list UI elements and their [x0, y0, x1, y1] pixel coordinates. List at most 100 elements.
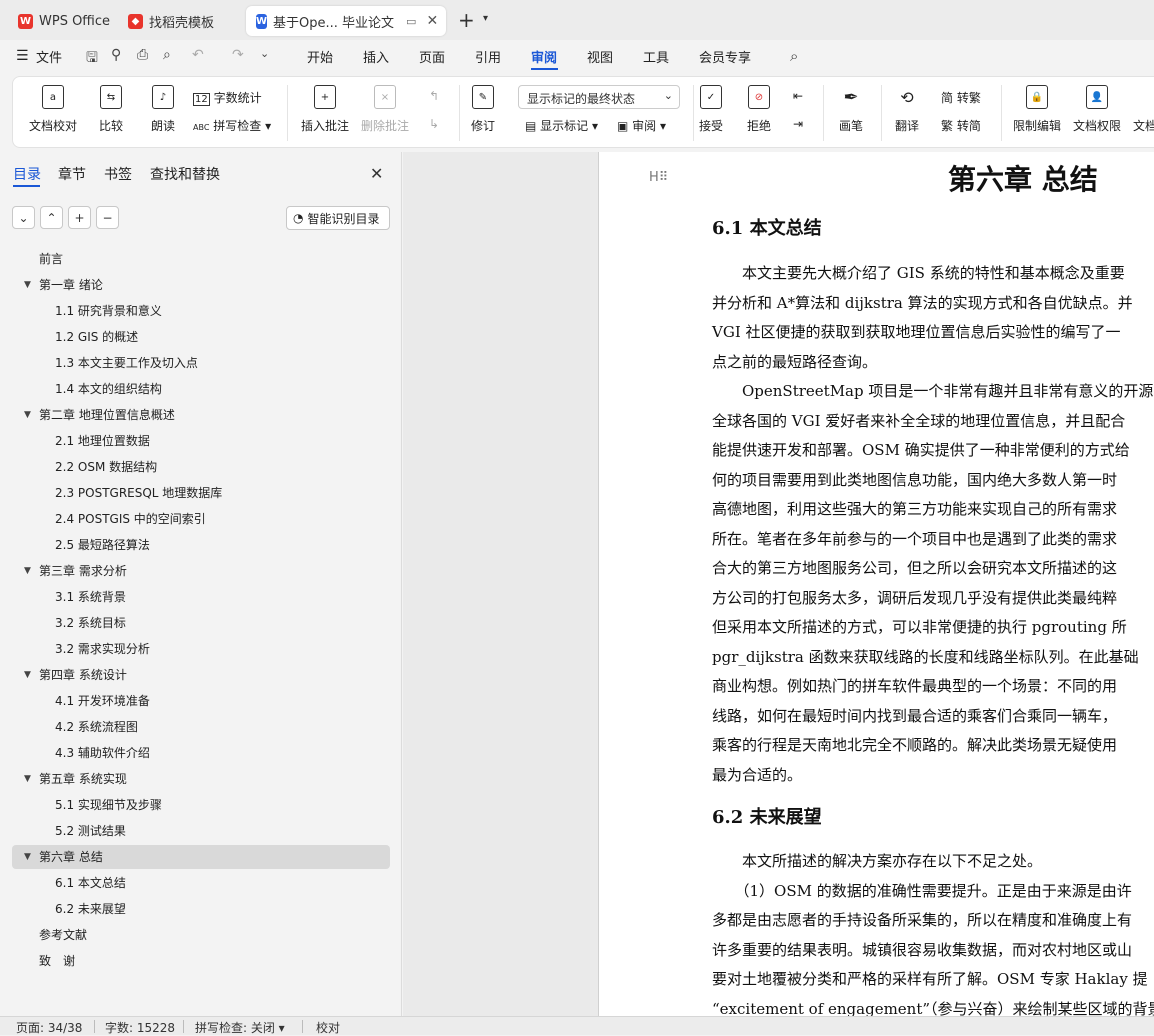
docer-logo-icon: ◆ [128, 13, 143, 29]
expand-triangle-icon[interactable]: ▼ [24, 559, 31, 583]
previous-change-icon[interactable]: ⇤ [793, 89, 803, 103]
insert-comment-button[interactable]: + 插入批注 [301, 85, 349, 134]
toc-item[interactable]: 4.1 开发环境准备 [55, 689, 150, 713]
hamburger-menu-icon[interactable]: ☰ [16, 48, 29, 64]
quick-access-chevron-icon[interactable]: ⌄ [260, 47, 269, 60]
restrict-edit-button[interactable]: 🔒 限制编辑 [1013, 85, 1061, 134]
accept-button[interactable]: ✓ 接受 [699, 85, 723, 134]
tab-wps-office[interactable]: W WPS Office [8, 6, 120, 36]
toc-item[interactable]: 3.2 系统目标 [55, 611, 126, 635]
undo-icon[interactable]: ↶ [192, 47, 204, 63]
previous-comment-icon[interactable]: ↰ [429, 89, 439, 103]
markup-state-select[interactable]: 显示标记的最终状态 ⌄ [518, 85, 680, 109]
toc-item[interactable]: 2.1 地理位置数据 [55, 429, 150, 453]
review-pane-button[interactable]: ▣ 审阅 ▾ [617, 117, 666, 134]
tab-templates[interactable]: ◆ 找稻壳模板 [118, 6, 224, 36]
expand-triangle-icon[interactable]: ▼ [24, 767, 31, 791]
print-icon[interactable]: ⎙ [137, 47, 148, 63]
toc-item[interactable]: 2.3 POSTGRESQL 地理数据库 [55, 481, 222, 505]
nav-tab-bookmarks[interactable]: 书签 [104, 164, 132, 184]
toc-item[interactable]: 1.1 研究背景和意义 [55, 299, 162, 323]
next-comment-icon[interactable]: ↳ [429, 117, 439, 131]
nav-tab-find-replace[interactable]: 查找和替换 [150, 164, 220, 184]
to-simplified-button[interactable]: 繁 转简 [941, 117, 981, 134]
toc-item[interactable]: 4.3 辅助软件介绍 [55, 741, 150, 765]
toc-item[interactable]: ▼ 第五章 系统实现 [24, 767, 127, 791]
share-icon[interactable]: ⚲ [111, 47, 121, 63]
menu-file[interactable]: 文件 [36, 47, 62, 66]
to-traditional-button[interactable]: 简 转繁 [941, 89, 981, 106]
print-preview-icon[interactable]: ⌕ [163, 47, 171, 63]
toc-item[interactable]: ▼ 第三章 需求分析 [24, 559, 127, 583]
reject-button[interactable]: ⊘ 拒绝 [747, 85, 771, 134]
doc-more-button[interactable]: 文档 [1133, 85, 1154, 134]
toc-item[interactable]: 1.3 本文主要工作及切入点 [55, 351, 198, 375]
menu-page[interactable]: 页面 [419, 47, 445, 66]
next-change-icon[interactable]: ⇥ [793, 117, 803, 131]
compare-button[interactable]: ⇆ 比较 [99, 85, 123, 134]
menu-home[interactable]: 开始 [307, 47, 333, 66]
show-markup-button[interactable]: ▤ 显示标记 ▾ [525, 117, 598, 134]
toc-item[interactable]: 4.2 系统流程图 [55, 715, 138, 739]
toc-item[interactable]: 6.1 本文总结 [55, 871, 126, 895]
toc-item[interactable]: 1.2 GIS 的概述 [55, 325, 138, 349]
remove-heading-button[interactable]: − [96, 206, 119, 229]
toc-item[interactable]: 前言 [39, 247, 63, 271]
heading-drag-handle-icon[interactable]: H⠿ [649, 170, 668, 185]
toc-item[interactable]: 3.2 需求实现分析 [55, 637, 150, 661]
nav-tab-sections[interactable]: 章节 [58, 164, 86, 184]
redo-icon[interactable]: ↷ [232, 47, 244, 63]
toc-item[interactable]: 1.4 本文的组织结构 [55, 377, 162, 401]
toc-item[interactable]: 3.1 系统背景 [55, 585, 126, 609]
tab-document[interactable]: W 基于Ope... 毕业论文 ▭ ✕ [246, 6, 446, 36]
menu-member[interactable]: 会员专享 [699, 47, 751, 66]
nav-tab-toc[interactable]: 目录 [13, 164, 41, 184]
toc-item[interactable]: 2.2 OSM 数据结构 [55, 455, 157, 479]
menu-tools[interactable]: 工具 [643, 47, 669, 66]
toc-item[interactable]: 2.5 最短路径算法 [55, 533, 150, 557]
expand-triangle-icon[interactable]: ▼ [24, 845, 31, 869]
expand-triangle-icon[interactable]: ▼ [24, 273, 31, 297]
toc-item[interactable]: 6.2 未来展望 [55, 897, 126, 921]
proofread-status[interactable]: 校对 [316, 1019, 340, 1036]
translate-button[interactable]: ⟲ 翻译 [895, 85, 919, 134]
add-heading-button[interactable]: + [68, 206, 91, 229]
pen-button[interactable]: ✒ 画笔 [839, 85, 863, 134]
smart-toc-button[interactable]: ◔ 智能识别目录 [286, 206, 390, 230]
read-aloud-button[interactable]: ♪ 朗读 [151, 85, 175, 134]
expand-triangle-icon[interactable]: ▼ [24, 403, 31, 427]
doc-permission-button[interactable]: 👤 文档权限 [1073, 85, 1121, 134]
toc-item[interactable]: ▼ 第六章 总结 [24, 845, 103, 869]
spell-check-button[interactable]: ABC 拼写检查 ▾ [193, 117, 271, 134]
expand-triangle-icon[interactable]: ▼ [24, 663, 31, 687]
track-changes-button[interactable]: ✎ 修订 [471, 85, 495, 134]
word-count-button[interactable]: 12 字数统计 [193, 89, 262, 106]
doc-check-button[interactable]: a 文档校对 [29, 85, 77, 134]
delete-comment-button[interactable]: × 删除批注 [361, 85, 409, 134]
word-count-indicator[interactable]: 字数: 15228 [105, 1019, 175, 1036]
toc-item[interactable]: 2.4 POSTGIS 中的空间索引 [55, 507, 206, 531]
close-tab-icon[interactable]: ✕ [426, 13, 438, 29]
spell-check-status[interactable]: 拼写检查: 关闭 ▾ [195, 1019, 285, 1036]
chevron-down-icon[interactable]: ▾ [483, 13, 488, 24]
collapse-all-button[interactable]: ⌄ [12, 206, 35, 229]
toc-item[interactable]: 参考文献 [39, 923, 87, 947]
ribbon-divider [459, 85, 460, 141]
toc-item[interactable]: ▼ 第四章 系统设计 [24, 663, 127, 687]
toc-item[interactable]: ▼ 第一章 绪论 [24, 273, 103, 297]
window-icon[interactable]: ▭ [406, 15, 416, 28]
toc-item[interactable]: 致 谢 [39, 949, 75, 973]
search-icon[interactable]: ⌕ [790, 47, 798, 65]
menu-references[interactable]: 引用 [475, 47, 501, 66]
page-indicator[interactable]: 页面: 34/38 [16, 1019, 82, 1036]
expand-up-button[interactable]: ⌃ [40, 206, 63, 229]
menu-insert[interactable]: 插入 [363, 47, 389, 66]
toc-item[interactable]: 5.1 实现细节及步骤 [55, 793, 162, 817]
save-icon[interactable]: 🖫 [86, 47, 98, 71]
menu-view[interactable]: 视图 [587, 47, 613, 66]
new-tab-plus-icon[interactable]: + [458, 8, 475, 32]
toc-item[interactable]: 5.2 测试结果 [55, 819, 126, 843]
menu-review[interactable]: 审阅 [531, 47, 557, 66]
close-icon[interactable]: ✕ [370, 164, 383, 183]
toc-item[interactable]: ▼ 第二章 地理位置信息概述 [24, 403, 175, 427]
